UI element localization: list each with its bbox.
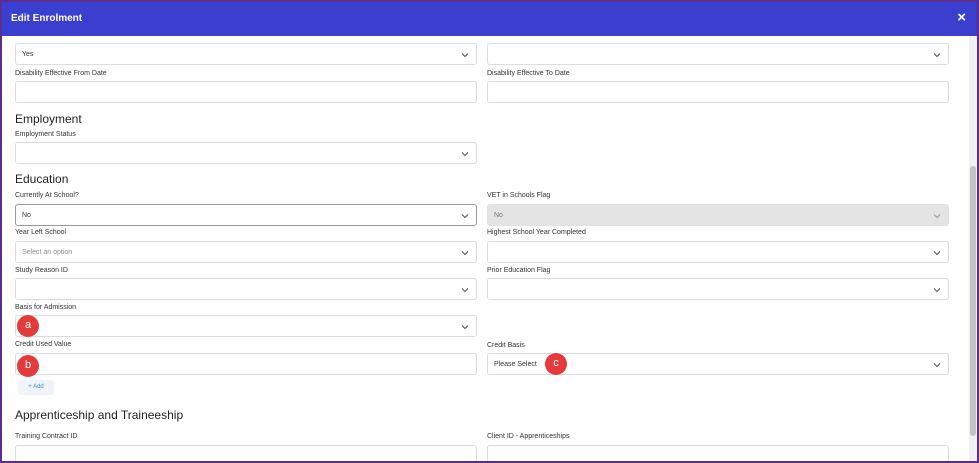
chevron-down-icon xyxy=(933,53,941,58)
disability-flag-select[interactable]: Yes xyxy=(15,43,477,65)
credit-used-label: Credit Used Value xyxy=(15,341,72,348)
chevron-down-icon xyxy=(461,214,469,219)
vet-flag-value: No xyxy=(494,212,503,219)
credit-basis-label: Credit Basis xyxy=(487,342,525,349)
vet-flag-label: VET in Schools Flag xyxy=(487,192,551,199)
disability-flag-value: Yes xyxy=(22,51,34,58)
section-apprenticeship: Apprenticeship and Traineeship xyxy=(15,408,184,422)
highest-year-select[interactable] xyxy=(487,241,949,263)
chevron-down-icon xyxy=(933,251,941,256)
prior-education-select[interactable] xyxy=(487,278,949,300)
chevron-down-icon xyxy=(461,251,469,256)
section-education: Education xyxy=(15,172,69,186)
currently-at-school-value: No xyxy=(22,212,31,219)
chevron-down-icon xyxy=(933,363,941,368)
edit-enrolment-modal: Edit Enrolment × Yes Disability Effectiv… xyxy=(2,2,977,461)
add-credit-button[interactable]: + Add xyxy=(18,380,54,395)
disability-type-select[interactable] xyxy=(487,43,949,65)
disability-to-input[interactable] xyxy=(487,81,949,103)
close-button[interactable]: × xyxy=(957,10,966,26)
study-reason-select[interactable] xyxy=(15,278,477,300)
training-contract-label: Training Contract ID xyxy=(15,433,78,440)
modal-title: Edit Enrolment xyxy=(11,13,83,24)
scrollbar-thumb[interactable] xyxy=(970,166,976,436)
vet-flag-select: No xyxy=(487,204,949,226)
chevron-down-icon xyxy=(461,152,469,157)
annotation-marker-c: c xyxy=(545,353,567,375)
year-left-select[interactable]: Select an option xyxy=(15,241,477,263)
currently-at-school-select[interactable]: No xyxy=(15,204,477,226)
annotation-marker-b: b xyxy=(17,355,39,377)
disability-from-input[interactable] xyxy=(15,81,477,103)
training-contract-input[interactable] xyxy=(15,445,477,461)
disability-to-label: Disability Effective To Date xyxy=(487,70,570,77)
client-id-input[interactable] xyxy=(487,445,949,461)
basis-admission-select[interactable] xyxy=(15,315,477,337)
section-employment: Employment xyxy=(15,112,82,126)
chevron-down-icon xyxy=(933,288,941,293)
chevron-down-icon xyxy=(461,53,469,58)
currently-at-school-label: Currently At School? xyxy=(15,192,79,199)
year-left-label: Year Left School xyxy=(15,229,67,236)
chevron-down-icon xyxy=(933,214,941,219)
highest-year-label: Highest School Year Completed xyxy=(487,229,586,236)
prior-education-label: Prior Education Flag xyxy=(487,267,551,274)
credit-basis-value: Please Select xyxy=(494,361,537,368)
employment-status-select[interactable] xyxy=(15,142,477,164)
study-reason-label: Study Reason ID xyxy=(15,267,68,274)
disability-from-label: Disability Effective From Date xyxy=(15,70,107,77)
employment-status-label: Employment Status xyxy=(15,131,76,138)
annotation-marker-a: a xyxy=(17,315,39,337)
chevron-down-icon xyxy=(461,288,469,293)
basis-admission-label: Basis for Admission xyxy=(15,304,77,311)
client-id-label: Client ID - Apprenticeships xyxy=(487,433,570,440)
form-content: Yes Disability Effective From Date Disab… xyxy=(2,36,969,461)
modal-header: Edit Enrolment × xyxy=(2,2,977,36)
chevron-down-icon xyxy=(461,325,469,330)
year-left-placeholder: Select an option xyxy=(22,249,73,256)
credit-used-input[interactable] xyxy=(15,353,477,375)
scrollbar[interactable] xyxy=(969,36,977,461)
